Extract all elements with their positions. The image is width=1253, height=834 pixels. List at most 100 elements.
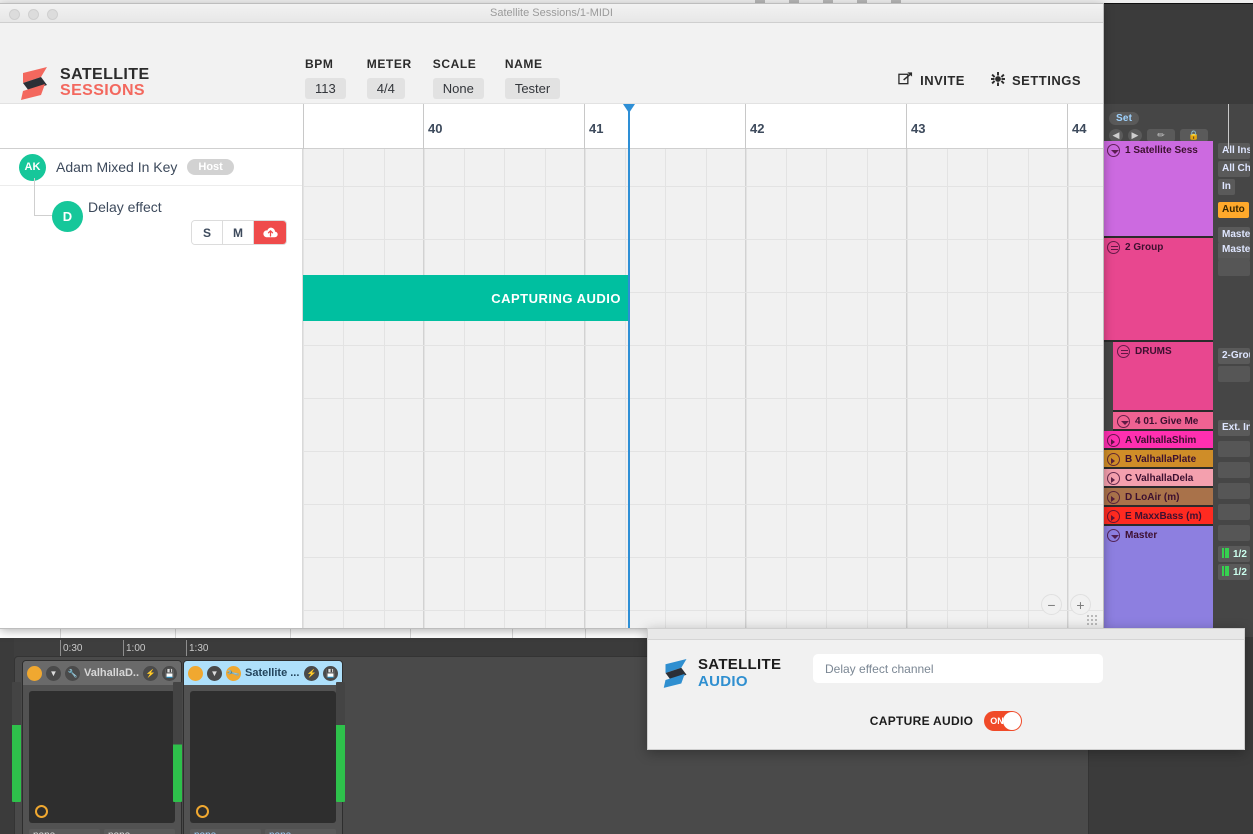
device-slot-right[interactable]: none [104,829,175,834]
dropdown-icon[interactable] [1107,144,1120,157]
daw-track-header[interactable]: A ValhallaShim [1103,431,1213,450]
daw-track-header[interactable]: Master [1103,526,1213,633]
device-header[interactable]: ▼🔧ValhallaD...⚡💾 [23,661,181,685]
chooser[interactable]: 2-Group [1218,348,1250,364]
device-wrench-icon[interactable]: 🔧 [65,666,80,681]
device-valhalla[interactable]: ▼🔧ValhallaD...⚡💾nonenone [22,660,182,834]
field-value[interactable]: 4/4 [367,78,405,99]
chooser[interactable]: 1/2 [1218,564,1250,580]
device-collapse-icon[interactable]: ▼ [207,666,222,681]
device-satellite[interactable]: ▼🔧Satellite ...⚡💾nonenone [183,660,343,834]
device-body[interactable] [29,691,175,823]
auto-chooser[interactable]: Auto [1218,202,1249,218]
playhead-handle[interactable] [623,104,635,113]
device-header[interactable]: ▼🔧Satellite ...⚡💾 [184,661,342,685]
zoom-in-button[interactable]: + [1070,594,1091,615]
field-scale: SCALENone [433,57,484,99]
device-hotswap-icon[interactable]: ⚡ [304,666,319,681]
close-button[interactable] [9,9,20,20]
chooser-empty[interactable]: . [1218,441,1250,457]
audio-clip[interactable]: CAPTURING AUDIO [303,275,629,321]
timeline-grid[interactable] [303,149,1103,628]
plugin-title-bar[interactable] [648,629,1244,640]
daw-track-header[interactable]: C ValhallaDela [1103,469,1213,488]
io-row: In Auto [1218,179,1250,225]
device-body[interactable] [190,691,336,823]
zoom-out-button[interactable]: − [1041,594,1062,615]
channel-controls: S M [191,220,287,245]
daw-track-header[interactable]: DRUMS [1113,342,1213,412]
chooser-empty[interactable]: . [1218,504,1250,520]
device-power-icon[interactable] [188,666,203,681]
daw-track-header[interactable]: 1 Satellite Sess [1103,141,1213,238]
chooser[interactable]: All Ch [1218,161,1250,177]
field-name: NAMETester [505,57,560,99]
field-bpm: BPM113 [305,57,346,99]
play-icon[interactable] [1107,510,1120,523]
device-save-icon[interactable]: 💾 [162,666,177,681]
zoom-button[interactable] [47,9,58,20]
playhead[interactable] [628,104,630,628]
plugin-logo-line-2: AUDIO [698,673,781,690]
chooser-empty[interactable]: . [1218,260,1250,276]
device-power-icon[interactable] [27,666,42,681]
window-title-bar[interactable]: Satellite Sessions/1-MIDI [0,4,1103,23]
chooser[interactable]: All Ins [1218,143,1250,159]
timeline-ruler[interactable]: 4041424344 [0,104,1103,149]
minimize-button[interactable] [28,9,39,20]
dropdown-icon[interactable] [1117,415,1130,428]
device-collapse-icon[interactable]: ▼ [46,666,61,681]
invite-button[interactable]: INVITE [898,71,965,89]
resize-grip[interactable] [1086,614,1097,625]
cloud-upload-icon[interactable] [254,221,286,244]
field-label: METER [367,57,412,71]
device-knob[interactable] [196,805,209,818]
chooser-empty[interactable]: . [1218,483,1250,499]
daw-track-header[interactable]: E MaxxBass (m) [1103,507,1213,526]
device-slot-left[interactable]: none [190,829,261,834]
dropdown-icon[interactable] [1107,529,1120,542]
logo-line-2: SESSIONS [60,83,150,99]
chooser-empty[interactable]: . [1218,525,1250,541]
play-icon[interactable] [1107,472,1120,485]
play-icon[interactable] [1107,453,1120,466]
grid-row-line [303,451,1103,452]
mute-button[interactable]: M [223,221,254,244]
capture-audio-row: CAPTURE AUDIO ON [648,711,1244,731]
capture-audio-toggle[interactable]: ON [984,711,1022,731]
daw-track-header[interactable]: 4 01. Give Me [1113,412,1213,431]
device-knob[interactable] [35,805,48,818]
chooser-empty[interactable]: . [1218,366,1250,382]
daw-track-header[interactable]: D LoAir (m) [1103,488,1213,507]
channel-row[interactable]: D Delay effect S M [0,186,302,239]
device-save-icon[interactable]: 💾 [323,666,338,681]
field-value[interactable]: Tester [505,78,560,99]
play-icon[interactable] [1107,434,1120,447]
settings-button[interactable]: SETTINGS [991,72,1081,89]
time-marker: 0:30 [63,643,82,654]
satellite-sessions-logo: SATELLITE SESSIONS [19,65,150,101]
grid-row-line [303,557,1103,558]
device-wrench-icon[interactable]: 🔧 [223,663,243,683]
traffic-lights[interactable] [9,9,58,20]
field-value[interactable]: 113 [305,78,346,99]
group-icon[interactable] [1107,241,1120,254]
play-icon[interactable] [1107,491,1120,504]
daw-track-header[interactable]: B ValhallaPlate [1103,450,1213,469]
set-label: Set [1109,112,1139,125]
daw-track-header[interactable]: 2 Group [1103,238,1213,342]
daw-track-name: 2 Group [1125,242,1163,253]
solo-button[interactable]: S [192,221,223,244]
chooser-empty[interactable]: . [1218,462,1250,478]
device-slot-left[interactable]: none [29,829,100,834]
chooser[interactable]: 1/2 [1218,546,1250,562]
arrangement-view: 4041424344 AK Adam Mixed In Key Host D D… [0,104,1103,628]
device-hotswap-icon[interactable]: ⚡ [143,666,158,681]
group-icon[interactable] [1117,345,1130,358]
gear-icon [991,72,1005,89]
field-value[interactable]: None [433,78,484,99]
device-slot-right[interactable]: none [265,829,336,834]
chooser[interactable]: Ext. In [1218,420,1250,436]
channel-name-input[interactable]: Delay effect channel [813,654,1103,683]
input-chooser[interactable]: In [1218,179,1235,195]
